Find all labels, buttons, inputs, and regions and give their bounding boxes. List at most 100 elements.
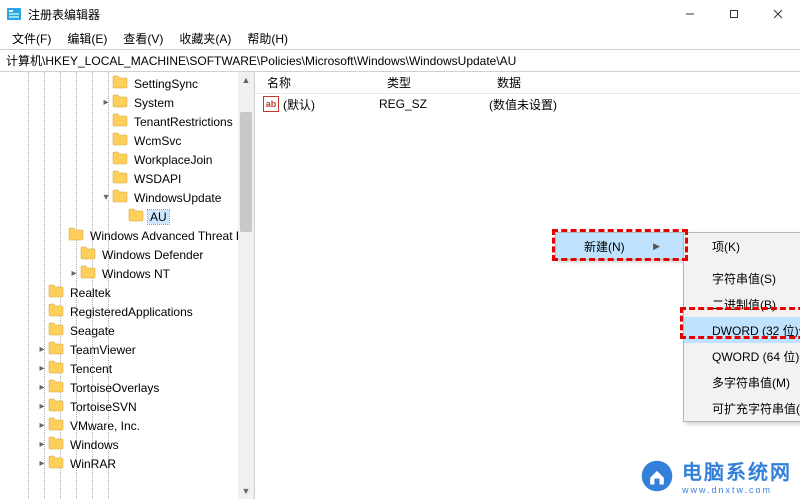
folder-icon [48,303,68,320]
tree-node[interactable]: ▸ Windows NT [0,264,254,283]
tree-caret-icon[interactable]: ▸ [68,268,80,279]
watermark-name: 电脑系统网 [682,456,792,485]
tree-node[interactable]: ▸TortoiseSVN [0,397,254,416]
folder-icon [112,170,132,187]
tree-caret-icon[interactable]: ▸ [36,420,48,431]
tree-node[interactable]: WorkplaceJoin [0,150,254,169]
watermark: 电脑系统网 www.dnxtw.com [640,456,792,495]
menu-edit[interactable]: 编辑(E) [59,28,115,49]
folder-icon [48,398,68,415]
menu-help[interactable]: 帮助(H) [239,28,296,49]
ctx-new-multistring[interactable]: 多字符串值(M) [684,369,800,395]
tree-node[interactable]: ▸VMware, Inc. [0,416,254,435]
folder-icon [112,75,132,92]
tree-caret-icon[interactable]: ▾ [100,192,112,203]
list-header: 名称 类型 数据 [255,72,800,94]
minimize-button[interactable] [668,0,712,28]
folder-icon [48,360,68,377]
folder-icon [80,246,100,263]
tree-node[interactable]: ▸Tencent [0,359,254,378]
tree-node-label: Windows [68,438,121,452]
folder-icon [48,417,68,434]
tree-node-label: TortoiseOverlays [68,381,161,395]
value-name: (默认) [283,96,379,113]
ctx-new-binary[interactable]: 二进制值(B) [684,291,800,317]
tree-node[interactable]: Windows Defender [0,245,254,264]
titlebar: 注册表编辑器 [0,0,800,28]
value-data: (数值未设置) [489,96,800,113]
tree-node[interactable]: Seagate [0,321,254,340]
ctx-new-label: 新建(N) [584,238,625,255]
address-bar[interactable]: 计算机\HKEY_LOCAL_MACHINE\SOFTWARE\Policies… [0,50,800,72]
menu-file[interactable]: 文件(F) [4,28,59,49]
tree-node[interactable]: SettingSync [0,74,254,93]
regedit-icon [6,6,22,22]
tree-caret-icon[interactable]: ▸ [36,382,48,393]
tree-node-label: Windows Advanced Threat Protection [88,229,255,243]
folder-icon [112,94,132,111]
tree-node[interactable]: ▸ TortoiseOverlays [0,378,254,397]
tree-node[interactable]: ▸ WinRAR [0,454,254,473]
string-value-icon: ab [263,96,279,112]
context-submenu-new: 项(K) 字符串值(S) 二进制值(B) DWORD (32 位)值(D) QW… [683,232,800,422]
tree-caret-icon[interactable]: ▸ [36,344,48,355]
tree-node-label: TeamViewer [68,343,138,357]
ctx-new-string[interactable]: 字符串值(S) [684,265,800,291]
tree-node[interactable]: ▸ TeamViewer [0,340,254,359]
tree-node[interactable]: Windows Advanced Threat Protection [0,226,254,245]
folder-icon [80,265,100,282]
tree-node[interactable]: ▸ Windows [0,435,254,454]
list-row[interactable]: ab (默认) REG_SZ (数值未设置) [255,94,800,114]
tree-node-label: TenantRestrictions [132,115,235,129]
ctx-new[interactable]: 新建(N) ▶ [556,233,684,259]
ctx-new-key[interactable]: 项(K) [684,233,800,259]
value-type: REG_SZ [379,97,489,111]
tree-node-label: WSDAPI [132,172,183,186]
tree-caret-icon[interactable]: ▸ [36,439,48,450]
ctx-new-qword[interactable]: QWORD (64 位)值(Q) [684,343,800,369]
watermark-logo-icon [640,459,674,493]
menu-favorites[interactable]: 收藏夹(A) [171,28,239,49]
tree-node-label: WorkplaceJoin [132,153,214,167]
tree-node-label: WinRAR [68,457,118,471]
tree-node[interactable]: AU [0,207,254,226]
folder-icon [112,189,132,206]
tree-node[interactable]: WSDAPI [0,169,254,188]
folder-icon [112,132,132,149]
col-type[interactable]: 类型 [375,74,485,91]
tree-node[interactable]: ▸ System [0,93,254,112]
ctx-new-dword[interactable]: DWORD (32 位)值(D) [684,317,800,343]
context-menu: 新建(N) ▶ [555,232,685,260]
tree-caret-icon[interactable]: ▸ [36,363,48,374]
ctx-new-expandstring[interactable]: 可扩充字符串值(E) [684,395,800,421]
tree-node[interactable]: TenantRestrictions [0,112,254,131]
tree-caret-icon[interactable]: ▸ [100,97,112,108]
scroll-thumb[interactable] [240,112,252,232]
tree-node-label: Windows NT [100,267,172,281]
tree-node[interactable]: RegisteredApplications [0,302,254,321]
col-name[interactable]: 名称 [255,74,375,91]
folder-icon [48,322,68,339]
tree-node-label: RegisteredApplications [68,305,195,319]
tree-node[interactable]: ▾WindowsUpdate [0,188,254,207]
value-list: 名称 类型 数据 ab (默认) REG_SZ (数值未设置) 新建(N) ▶ … [255,72,800,499]
maximize-button[interactable] [712,0,756,28]
folder-icon [48,341,68,358]
tree-caret-icon[interactable]: ▸ [36,401,48,412]
tree-node-label: System [132,96,176,110]
col-data[interactable]: 数据 [485,74,800,91]
close-button[interactable] [756,0,800,28]
folder-icon [112,113,132,130]
tree-scrollbar[interactable]: ▲ ▼ [238,72,254,499]
main-area: SettingSync ▸ System TenantRestrictions WcmS… [0,72,800,499]
registry-tree[interactable]: SettingSync ▸ System TenantRestrictions WcmS… [0,72,255,499]
tree-caret-icon[interactable]: ▸ [36,458,48,469]
menubar: 文件(F) 编辑(E) 查看(V) 收藏夹(A) 帮助(H) [0,28,800,50]
tree-node-label: SettingSync [132,77,200,91]
scroll-down-icon[interactable]: ▼ [238,483,254,499]
menu-view[interactable]: 查看(V) [115,28,171,49]
tree-node-label: WcmSvc [132,134,183,148]
tree-node[interactable]: Realtek [0,283,254,302]
tree-node[interactable]: WcmSvc [0,131,254,150]
scroll-up-icon[interactable]: ▲ [238,72,254,88]
